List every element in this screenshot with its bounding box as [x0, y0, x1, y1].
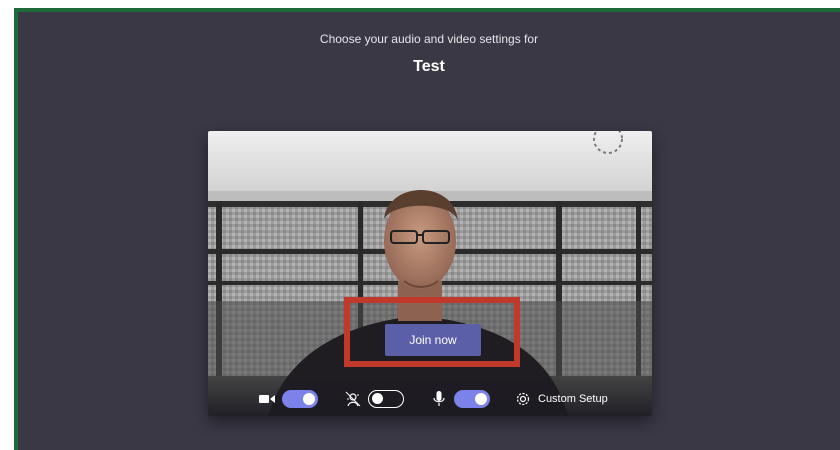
custom-setup-label: Custom Setup: [538, 393, 608, 405]
custom-setup-button[interactable]: Custom Setup: [514, 390, 608, 408]
camera-control: [258, 390, 318, 408]
camera-preview: Custom Setup: [208, 131, 652, 416]
background-blur-control: [344, 390, 404, 408]
video-camera-icon: [258, 390, 276, 408]
prejoin-screen: Choose your audio and video settings for…: [18, 12, 840, 450]
background-blur-toggle[interactable]: [368, 390, 404, 408]
device-toolbar: Custom Setup: [208, 376, 652, 416]
gear-icon: [514, 390, 532, 408]
microphone-control: [430, 390, 490, 408]
join-now-button[interactable]: Join now: [385, 324, 481, 356]
camera-toggle[interactable]: [282, 390, 318, 408]
webcam-image: [208, 131, 652, 416]
microphone-toggle[interactable]: [454, 390, 490, 408]
microphone-icon: [430, 390, 448, 408]
screenshot-frame: Choose your audio and video settings for…: [0, 0, 840, 450]
settings-prompt: Choose your audio and video settings for: [319, 32, 539, 46]
background-blur-icon: [344, 390, 362, 408]
meeting-title: Test: [413, 58, 445, 75]
